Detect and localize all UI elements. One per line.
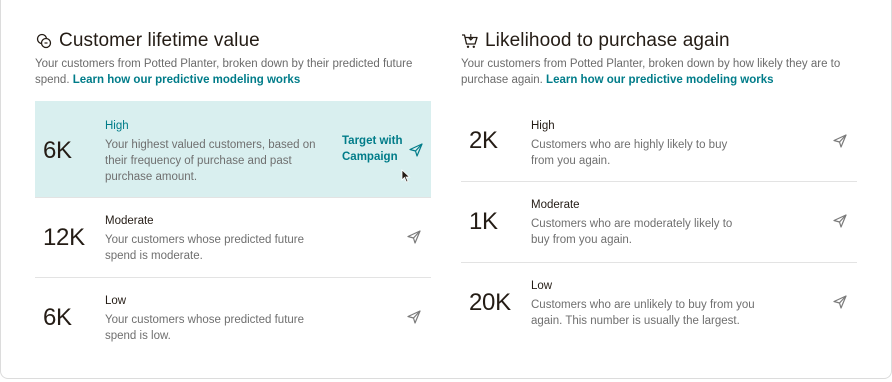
row-info: High Customers who are highly likely to … [531, 119, 735, 169]
row-description: Your customers whose predicted future sp… [105, 314, 305, 342]
row-label: Low [531, 280, 553, 292]
lpa-row-moderate[interactable]: 1K Moderate Customers who are moderately… [461, 182, 857, 262]
row-value: 6K [43, 137, 72, 164]
row-info: Low Your customers whose predicted futur… [105, 294, 329, 344]
row-label: High [531, 120, 555, 132]
send-icon[interactable] [409, 143, 423, 157]
row-value: 1K [469, 208, 498, 235]
row-description: Your highest valued customers, based on … [105, 139, 316, 183]
row-description: Customers who are highly likely to buy f… [531, 139, 728, 167]
mouse-cursor-icon [401, 169, 411, 183]
row-description: Your customers whose predicted future sp… [105, 234, 305, 262]
lpa-row-high[interactable]: 2K High Customers who are highly likely … [461, 101, 857, 181]
clv-row-moderate[interactable]: 12K Moderate Your customers whose predic… [35, 198, 431, 277]
row-description: Customers who are moderately likely to b… [531, 218, 733, 246]
row-info: Moderate Your customers whose predicted … [105, 214, 329, 264]
send-icon[interactable] [407, 230, 421, 244]
row-info: Low Customers who are unlikely to buy fr… [531, 279, 755, 329]
send-icon[interactable] [833, 134, 847, 148]
clv-row-low[interactable]: 6K Low Your customers whose predicted fu… [35, 278, 431, 358]
predictions-card: Customer lifetime value Your customers f… [0, 0, 892, 379]
row-value: 2K [469, 127, 498, 154]
clv-rows: 6K High Your highest valued customers, b… [35, 0, 431, 378]
row-value: 20K [469, 289, 511, 316]
row-info: Moderate Customers who are moderately li… [531, 198, 735, 248]
row-description: Customers who are unlikely to buy from y… [531, 299, 755, 327]
clv-row-high[interactable]: 6K High Your highest valued customers, b… [35, 101, 431, 197]
row-label: Moderate [105, 215, 154, 227]
row-label: Moderate [531, 199, 580, 211]
send-icon[interactable] [833, 214, 847, 228]
row-value: 6K [43, 304, 72, 331]
send-icon[interactable] [833, 295, 847, 309]
lpa-row-low[interactable]: 20K Low Customers who are unlikely to bu… [461, 263, 857, 343]
row-label: High [105, 120, 129, 132]
row-label: Low [105, 295, 127, 307]
row-info: High Your highest valued customers, base… [105, 119, 333, 185]
lpa-rows: 2K High Customers who are highly likely … [461, 0, 857, 378]
target-with-campaign-link[interactable]: Target with Campaign [342, 133, 406, 165]
send-icon[interactable] [407, 310, 421, 324]
row-value: 12K [43, 224, 85, 251]
